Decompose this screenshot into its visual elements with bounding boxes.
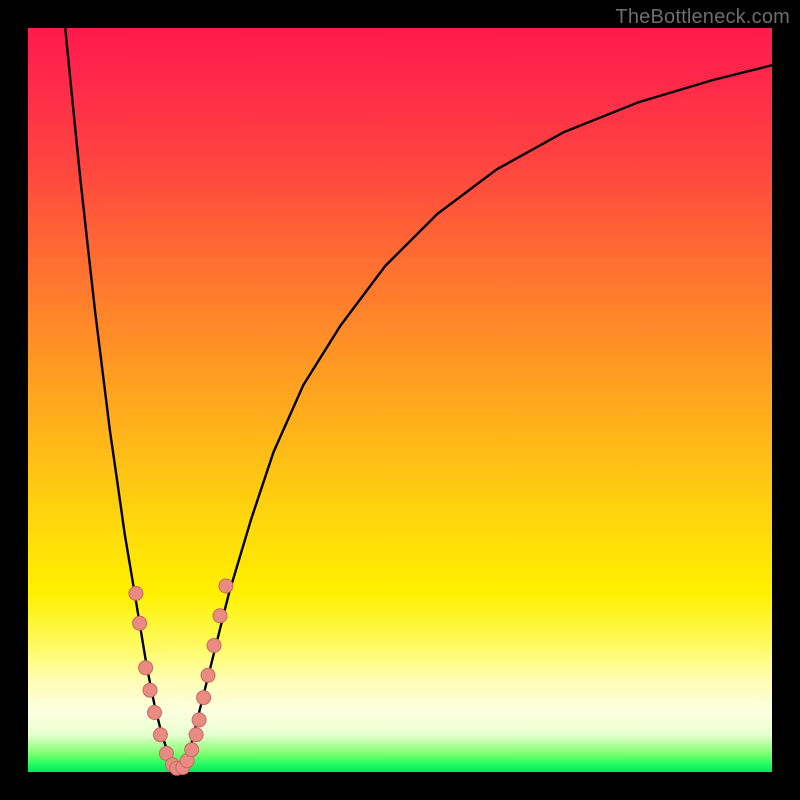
curve-dot [133,616,147,630]
curve-dot [197,691,211,705]
curve-dot [129,586,143,600]
curve-dot [189,728,203,742]
bottleneck-curve [65,28,772,772]
curve-dot [207,639,221,653]
curve-dot [213,609,227,623]
curve-dot [143,683,157,697]
chart-frame: TheBottleneck.com [0,0,800,800]
curve-dot [153,728,167,742]
curve-dot [201,668,215,682]
curve-dot [139,661,153,675]
curve-dot [219,579,233,593]
curve-dot [192,713,206,727]
curve-dot [185,743,199,757]
chart-svg [28,28,772,772]
watermark-text: TheBottleneck.com [615,6,790,29]
curve-dots [129,579,233,775]
curve-dot [148,706,162,720]
plot-area [28,28,772,772]
